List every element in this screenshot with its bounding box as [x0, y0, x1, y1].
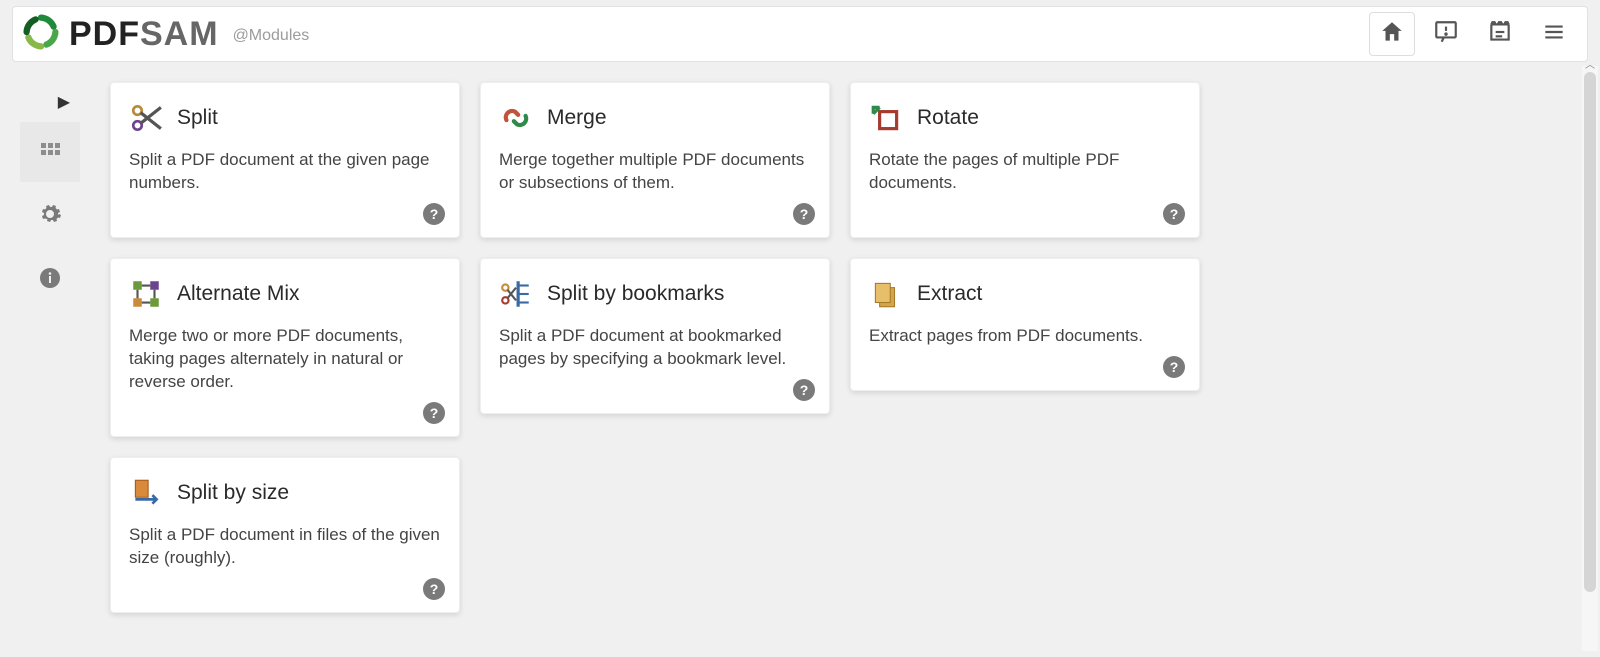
- help-button[interactable]: ?: [1163, 356, 1185, 378]
- module-description: Extract pages from PDF documents.: [869, 325, 1181, 348]
- module-description: Merge two or more PDF documents, taking …: [129, 325, 441, 394]
- module-title: Extract: [917, 282, 982, 306]
- info-icon: [38, 266, 62, 295]
- module-title: Split by bookmarks: [547, 282, 724, 306]
- sidebar: ▶: [0, 62, 100, 657]
- help-button[interactable]: ?: [793, 379, 815, 401]
- module-card-rotate[interactable]: Rotate Rotate the pages of multiple PDF …: [850, 82, 1200, 238]
- module-description: Merge together multiple PDF documents or…: [499, 149, 811, 195]
- module-description: Split a PDF document at bookmarked pages…: [499, 325, 811, 371]
- module-description: Split a PDF document in files of the giv…: [129, 524, 441, 570]
- module-title: Alternate Mix: [177, 282, 300, 306]
- module-title: Rotate: [917, 106, 979, 130]
- sidebar-expand-button[interactable]: ▶: [58, 92, 70, 112]
- app-logo: PDF SAM @Modules: [23, 14, 309, 55]
- help-button[interactable]: ?: [793, 203, 815, 225]
- grid-icon: [38, 138, 62, 167]
- rotate-icon: [869, 101, 903, 135]
- help-button[interactable]: ?: [423, 578, 445, 600]
- vertical-scrollbar[interactable]: ︿: [1582, 66, 1598, 651]
- bookmark-scissors-icon: [499, 277, 533, 311]
- sidebar-item-about[interactable]: [20, 250, 80, 310]
- help-button[interactable]: ?: [423, 402, 445, 424]
- module-card-split[interactable]: Split Split a PDF document at the given …: [110, 82, 460, 238]
- header-toolbar: PDF SAM @Modules: [12, 6, 1588, 62]
- module-description: Split a PDF document at the given page n…: [129, 149, 441, 195]
- scissors-icon: [129, 101, 163, 135]
- logo-icon: [23, 14, 59, 55]
- module-title: Split: [177, 106, 218, 130]
- news-button[interactable]: [1423, 12, 1469, 56]
- module-card-split-bookmarks[interactable]: Split by bookmarks Split a PDF document …: [480, 258, 830, 414]
- home-button[interactable]: [1369, 12, 1415, 56]
- help-button[interactable]: ?: [1163, 203, 1185, 225]
- module-description: Rotate the pages of multiple PDF documen…: [869, 149, 1181, 195]
- logo-text-pdf: PDF: [69, 15, 140, 54]
- module-title: Split by size: [177, 481, 289, 505]
- sidebar-item-settings[interactable]: [20, 186, 80, 246]
- sidebar-item-dashboard[interactable]: [20, 122, 80, 182]
- news-icon: [1433, 19, 1459, 50]
- log-icon: [1487, 19, 1513, 50]
- module-card-alternate-mix[interactable]: Alternate Mix Merge two or more PDF docu…: [110, 258, 460, 437]
- chevron-right-icon: ▶: [58, 94, 70, 111]
- chain-icon: [499, 101, 533, 135]
- module-card-merge[interactable]: Merge Merge together multiple PDF docume…: [480, 82, 830, 238]
- module-card-extract[interactable]: Extract Extract pages from PDF documents…: [850, 258, 1200, 391]
- module-title: Merge: [547, 106, 607, 130]
- help-button[interactable]: ?: [423, 203, 445, 225]
- module-card-split-size[interactable]: Split by size Split a PDF document in fi…: [110, 457, 460, 613]
- menu-button[interactable]: [1531, 12, 1577, 56]
- menu-icon: [1541, 19, 1567, 50]
- modules-grid: Split Split a PDF document at the given …: [100, 62, 1600, 657]
- home-icon: [1379, 19, 1405, 50]
- scroll-up-icon: ︿: [1582, 56, 1598, 71]
- extract-icon: [869, 277, 903, 311]
- split-size-icon: [129, 476, 163, 510]
- mix-icon: [129, 277, 163, 311]
- gear-icon: [38, 202, 62, 231]
- scrollbar-thumb[interactable]: [1584, 72, 1596, 592]
- log-button[interactable]: [1477, 12, 1523, 56]
- breadcrumb: @Modules: [233, 27, 310, 45]
- logo-text-sam: SAM: [140, 15, 219, 54]
